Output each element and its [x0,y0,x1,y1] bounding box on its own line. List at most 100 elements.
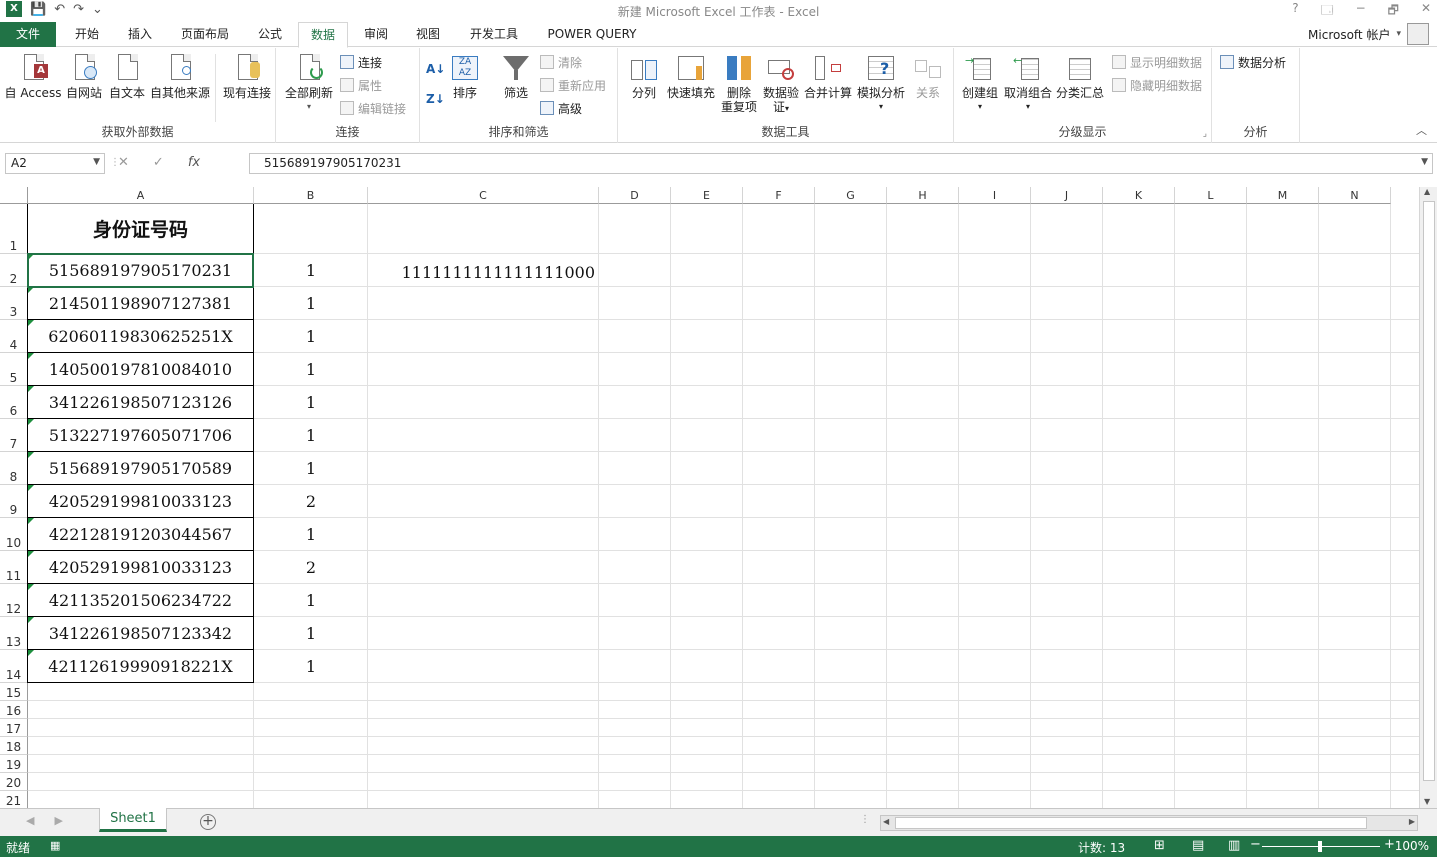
tab-power-query[interactable]: POWER QUERY [540,22,644,47]
maximize-icon[interactable]: 🗗 [1388,1,1399,22]
add-sheet-icon[interactable]: + [200,814,216,830]
minimize-icon[interactable]: − [1356,1,1366,22]
cell-B4[interactable]: 1 [254,320,368,353]
connections-button[interactable]: 连接 [340,53,382,71]
edit-links-button[interactable]: 编辑链接 [340,99,406,117]
what-if-analysis-button[interactable]: ? 模拟分析 ▾ [854,52,908,114]
help-icon[interactable]: ? [1292,1,1298,22]
zoom-slider-knob[interactable] [1318,841,1322,852]
tab-view[interactable]: 视图 [406,22,450,47]
row-header-4[interactable]: 4 [0,320,28,353]
cell-A10[interactable]: 422128191203044567 [27,518,254,551]
cell-B13[interactable]: 1 [254,617,368,650]
column-header-I[interactable]: I [959,187,1031,204]
row-header-13[interactable]: 13 [0,617,28,650]
column-header-F[interactable]: F [743,187,815,204]
cell-B10[interactable]: 1 [254,518,368,551]
page-break-view-icon[interactable]: ▥ [1228,838,1240,853]
row-header-7[interactable]: 7 [0,419,28,452]
from-access-button[interactable]: A 自 Access [4,52,62,100]
consolidate-button[interactable]: 合并计算 [802,52,854,100]
cell-B5[interactable]: 1 [254,353,368,386]
cell-B7[interactable]: 1 [254,419,368,452]
hide-detail-button[interactable]: 隐藏明细数据 [1112,76,1202,94]
row-header-8[interactable]: 8 [0,452,28,485]
text-to-columns-button[interactable]: 分列 [626,52,662,100]
scroll-down-icon[interactable]: ▼ [1424,797,1430,806]
filter-button[interactable]: 筛选 [498,52,534,100]
row-header-12[interactable]: 12 [0,584,28,617]
scroll-left-icon[interactable]: ◀ [883,817,889,826]
column-header-E[interactable]: E [671,187,743,204]
cell-A5[interactable]: 140500197810084010 [27,353,254,386]
row-header-5[interactable]: 5 [0,353,28,386]
cell-A7[interactable]: 513227197605071706 [27,419,254,452]
normal-view-icon[interactable]: ⊞ [1154,838,1165,853]
sheet-tab-sheet1[interactable]: Sheet1 [99,808,167,832]
scroll-right-icon[interactable]: ▶ [1409,817,1415,826]
cell-A14[interactable]: 42112619990918221X [27,650,254,683]
sort-ascending-button[interactable]: A↓ [426,60,445,78]
column-header-C[interactable]: C [368,187,599,204]
chevron-down-icon[interactable]: ▼ [93,157,100,167]
collapse-ribbon-icon[interactable]: ︿ [1416,122,1427,138]
row-header-2[interactable]: 2 [0,254,28,287]
tab-review[interactable]: 审阅 [354,22,398,47]
page-layout-view-icon[interactable]: ▤ [1192,838,1204,853]
name-box[interactable]: A2 ▼ [5,153,105,174]
row-header-21[interactable]: 21 [0,791,28,808]
cell-A9[interactable]: 420529199810033123 [27,485,254,518]
cancel-icon[interactable]: ✕ [118,155,129,170]
cell-A12[interactable]: 421135201506234722 [27,584,254,617]
horizontal-scrollbar[interactable]: ◀ ▶ [880,815,1418,831]
column-header-M[interactable]: M [1247,187,1319,204]
row-header-20[interactable]: 20 [0,773,28,791]
group-button[interactable]: → 创建组 ▾ [960,52,1000,114]
cell-A8[interactable]: 515689197905170589 [27,452,254,485]
close-icon[interactable]: ✕ [1421,1,1431,22]
zoom-level[interactable]: 100% [1395,839,1429,853]
outline-dialog-launcher-icon[interactable]: ⌟ [1203,129,1207,139]
account-label[interactable]: Microsoft 帐户 [1308,26,1390,43]
column-header-N[interactable]: N [1319,187,1391,204]
properties-button[interactable]: 属性 [340,76,382,94]
tab-home[interactable]: 开始 [64,22,110,47]
macro-record-icon[interactable]: ▦ [50,839,60,852]
advanced-filter-button[interactable]: 高级 [540,99,582,117]
tab-page-layout[interactable]: 页面布局 [172,22,238,47]
flash-fill-button[interactable]: 快速填充 [664,52,718,100]
cell-B9[interactable]: 2 [254,485,368,518]
cell-A11[interactable]: 420529199810033123 [27,551,254,584]
worksheet-grid[interactable]: ABCDEFGHIJKLMN 1 2 3 4 5 6 7 8 9 10 11 12 13 14 15 16 17… [0,187,1419,808]
subtotal-button[interactable]: 分类汇总 [1054,52,1106,100]
column-header-B[interactable]: B [254,187,368,204]
zoom-slider[interactable] [1262,841,1380,852]
select-all-button[interactable] [0,187,28,204]
tab-splitter[interactable]: ⋮ [860,814,870,825]
enter-icon[interactable]: ✓ [153,155,164,170]
tab-file[interactable]: 文件 [0,22,56,47]
row-header-10[interactable]: 10 [0,518,28,551]
row-header-3[interactable]: 3 [0,287,28,320]
column-header-H[interactable]: H [887,187,959,204]
data-analysis-button[interactable]: 数据分析 [1220,53,1286,71]
cell-B6[interactable]: 1 [254,386,368,419]
row-header-18[interactable]: 18 [0,737,28,755]
account-menu[interactable]: Microsoft 帐户 ▾ [1308,22,1429,46]
cell-A1[interactable]: 身份证号码 [27,204,254,254]
prev-sheet-icon[interactable]: ◀ [26,814,34,827]
cell-A4[interactable]: 62060119830625251X [27,320,254,353]
show-detail-button[interactable]: 显示明细数据 [1112,53,1202,71]
cell-C2[interactable]: 1111111111111111000 [368,256,598,289]
vertical-scrollbar[interactable]: ▲ ▼ [1419,187,1437,808]
cell-B11[interactable]: 2 [254,551,368,584]
existing-connections-button[interactable]: 现有连接 [218,52,276,100]
remove-duplicates-button[interactable]: 删除 重复项 [718,52,760,114]
ribbon-display-options-icon[interactable]: 🗔 [1321,1,1334,22]
clear-filter-button[interactable]: 清除 [540,53,582,71]
data-validation-button[interactable]: 数据验 证▾ [760,52,802,116]
row-header-16[interactable]: 16 [0,701,28,719]
column-header-K[interactable]: K [1103,187,1175,204]
horizontal-scroll-thumb[interactable] [895,817,1367,829]
insert-function-icon[interactable]: fx [188,155,200,170]
